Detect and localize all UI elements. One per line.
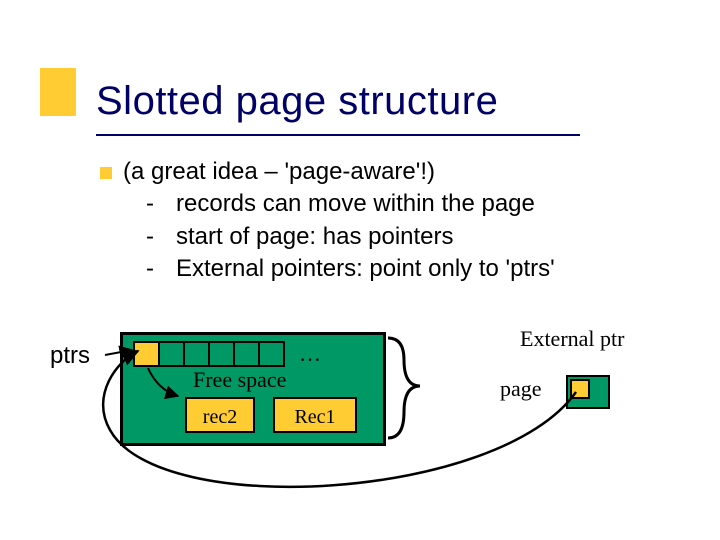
slot-directory [133,341,285,367]
slot-5 [260,341,285,367]
body-lead-line: (a great idea – 'page-aware'!) [100,156,640,188]
slot-4 [235,341,260,367]
body-bullet-2-text: start of page: has pointers [176,223,454,250]
title-accent-block [40,68,76,116]
slide-title: Slotted page structure [96,80,498,122]
page-box: … Free space rec2 Rec1 [120,332,386,446]
dash-icon: - [146,188,176,220]
rec2-box: rec2 [185,397,255,433]
external-ptr-inner [570,379,590,399]
slot-3 [210,341,235,367]
bullet-accent-icon [100,167,112,179]
rec1-box: Rec1 [273,397,357,433]
slot-1 [160,341,185,367]
body-bullet-3-text: External pointers: point only to 'ptrs' [176,255,555,282]
slot-0-highlighted [133,341,160,367]
body-bullet-1: -records can move within the page [146,188,640,220]
dash-icon: - [146,253,176,285]
page-label: page [500,376,542,402]
ptrs-label: ptrs [50,342,90,370]
body-bullet-2: -start of page: has pointers [146,221,640,253]
ellipsis: … [299,341,321,367]
external-ptr-box [566,375,610,409]
free-space-label: Free space [193,367,286,393]
slot-2 [185,341,210,367]
title-underline [96,134,580,136]
body-bullet-1-text: records can move within the page [176,190,535,217]
dash-icon: - [146,221,176,253]
body-text: (a great idea – 'page-aware'!) -records … [100,156,640,286]
brace-icon [388,338,420,438]
body-bullet-3: -External pointers: point only to 'ptrs' [146,253,640,285]
external-ptr-label: External ptr [520,326,624,352]
body-lead-text: (a great idea – 'page-aware'!) [123,158,435,185]
